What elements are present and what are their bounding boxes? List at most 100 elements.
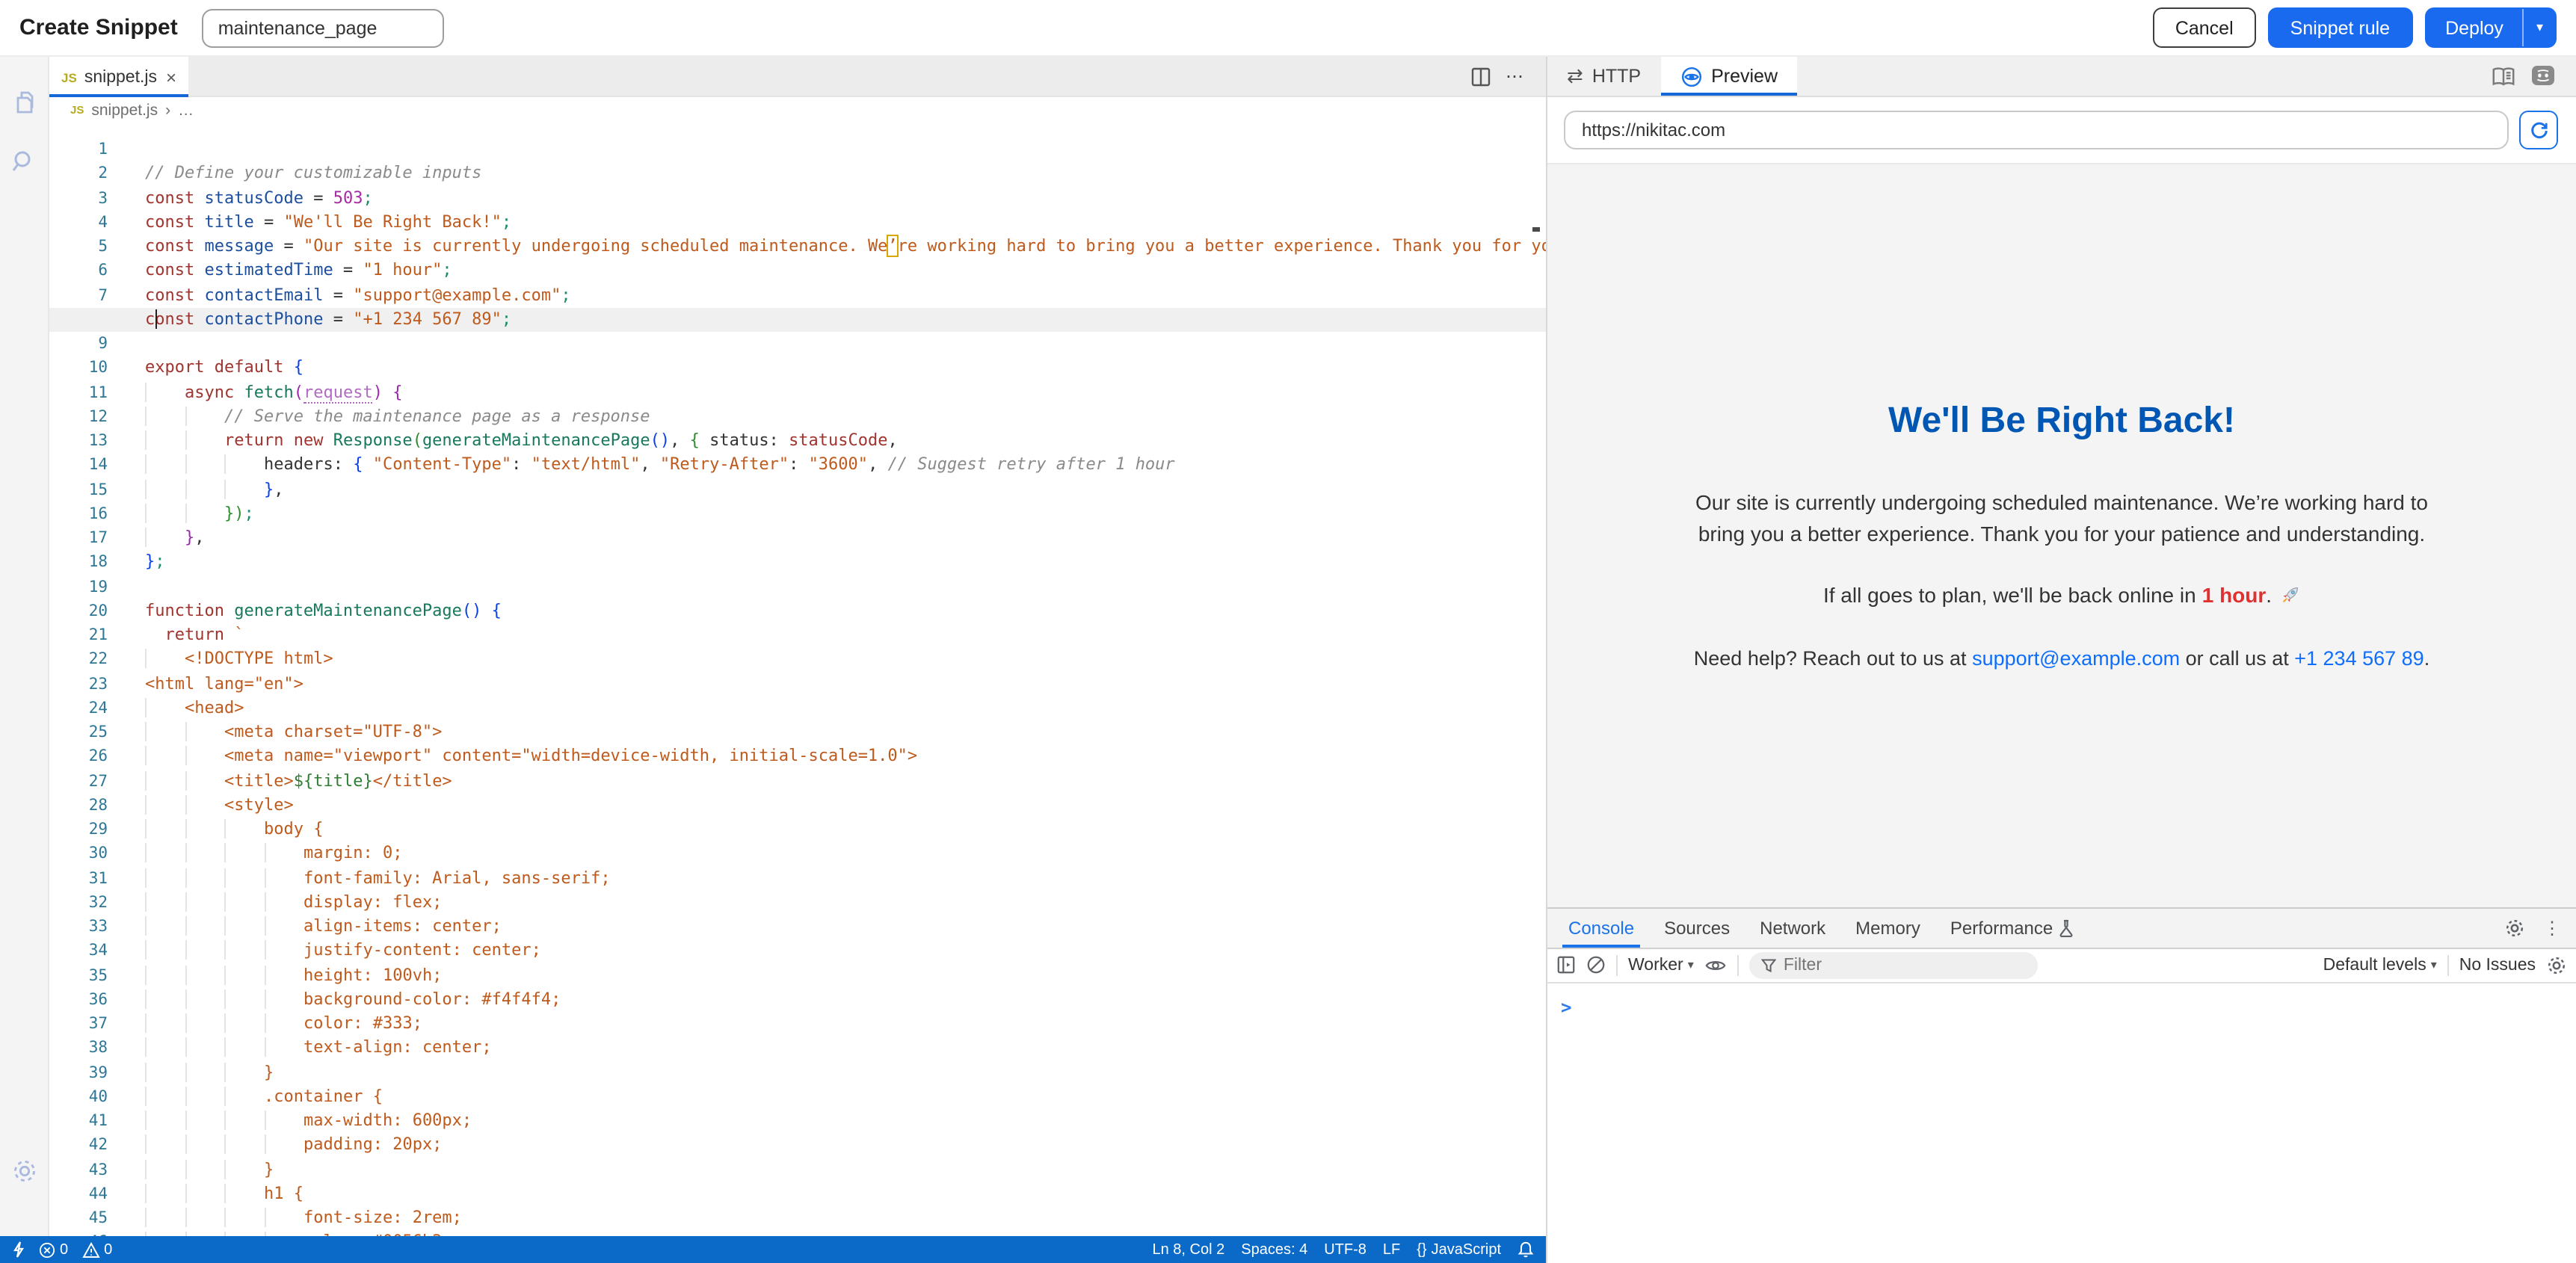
- code-line[interactable]: export default {: [145, 356, 1546, 381]
- code-line[interactable]: color: #0056b3;: [145, 1231, 1546, 1237]
- code-line[interactable]: // Define your customizable inputs: [145, 162, 1546, 187]
- code-line[interactable]: padding: 20px;: [145, 1134, 1546, 1158]
- code-line[interactable]: max-width: 600px;: [145, 1109, 1546, 1134]
- files-icon[interactable]: [0, 72, 49, 132]
- console-settings-gear-icon[interactable]: [2546, 954, 2567, 975]
- code-line[interactable]: [145, 575, 1546, 599]
- http-tab-label[interactable]: HTTP: [1592, 66, 1641, 87]
- code-line[interactable]: return `: [145, 623, 1546, 648]
- notifications-bell-icon[interactable]: [1517, 1241, 1534, 1259]
- errors-indicator[interactable]: 0: [39, 1241, 68, 1258]
- console-prompt[interactable]: >: [1561, 996, 1571, 1017]
- code-line[interactable]: const contactPhone = "+1 234 567 89";: [145, 308, 1546, 333]
- code-line[interactable]: <meta name="viewport" content="width=dev…: [145, 745, 1546, 770]
- devtools-kebab-menu-icon[interactable]: ⋮: [2543, 917, 2561, 938]
- cancel-button[interactable]: Cancel: [2153, 7, 2256, 48]
- close-tab-icon[interactable]: ×: [166, 67, 176, 87]
- devtools-tab-label[interactable]: Network: [1760, 917, 1825, 938]
- code-line[interactable]: text-align: center;: [145, 1037, 1546, 1061]
- tab-label[interactable]: snippet.js: [84, 68, 158, 86]
- code-line[interactable]: <style>: [145, 794, 1546, 818]
- code-line[interactable]: },: [145, 526, 1546, 551]
- tab-preview[interactable]: Preview: [1660, 57, 1797, 96]
- devtools-tab-sources[interactable]: Sources: [1649, 908, 1745, 947]
- console-sidebar-toggle-icon[interactable]: [1556, 955, 1576, 975]
- code-line[interactable]: const title = "We'll Be Right Back!";: [145, 211, 1546, 235]
- devtools-settings-gear-icon[interactable]: [2504, 917, 2525, 938]
- code-line[interactable]: const contactEmail = "support@example.co…: [145, 283, 1546, 308]
- code-editor[interactable]: 1234567891011121314151617181920212223242…: [49, 123, 1546, 1236]
- devtools-tab-label[interactable]: Console: [1568, 917, 1634, 938]
- clear-console-icon[interactable]: [1586, 955, 1606, 975]
- code-line[interactable]: headers: { "Content-Type": "text/html", …: [145, 454, 1546, 478]
- code-line[interactable]: [145, 138, 1546, 162]
- code-line[interactable]: body {: [145, 818, 1546, 842]
- code-line[interactable]: },: [145, 478, 1546, 502]
- support-email-link[interactable]: support@example.com: [1972, 648, 2180, 670]
- code-line[interactable]: h1 {: [145, 1182, 1546, 1207]
- url-input[interactable]: [1564, 111, 2509, 149]
- tab-http[interactable]: ⇄ HTTP: [1547, 57, 1660, 96]
- code-line[interactable]: .container {: [145, 1085, 1546, 1110]
- code-line[interactable]: const message = "Our site is currently u…: [145, 235, 1546, 259]
- search-icon[interactable]: [0, 132, 49, 191]
- snippet-name-input[interactable]: [202, 8, 444, 47]
- default-levels-dropdown[interactable]: Default levels ▾: [2323, 956, 2437, 974]
- devtools-tab-performance[interactable]: Performance: [1935, 908, 2089, 947]
- code-line[interactable]: });: [145, 502, 1546, 527]
- code-line[interactable]: margin: 0;: [145, 842, 1546, 867]
- indentation-setting[interactable]: Spaces: 4: [1241, 1241, 1307, 1258]
- split-editor-icon[interactable]: [1471, 67, 1491, 86]
- no-issues-label[interactable]: No Issues: [2459, 956, 2536, 974]
- code-line[interactable]: <head>: [145, 697, 1546, 721]
- devtools-tab-console[interactable]: Console: [1553, 908, 1649, 947]
- breadcrumb[interactable]: JS snippet.js › …: [49, 97, 1546, 123]
- devtools-tab-label[interactable]: Performance: [1950, 917, 2053, 938]
- phone-link[interactable]: +1 234 567 89: [2294, 648, 2424, 670]
- language-mode[interactable]: {} JavaScript: [1417, 1241, 1501, 1258]
- refresh-button[interactable]: [2519, 111, 2558, 149]
- code-line[interactable]: async fetch(request) {: [145, 380, 1546, 405]
- code-line[interactable]: return new Response(generateMaintenanceP…: [145, 429, 1546, 454]
- default-levels-label[interactable]: Default levels: [2323, 956, 2426, 974]
- code-line[interactable]: display: flex;: [145, 891, 1546, 915]
- live-expression-eye-icon[interactable]: [1704, 956, 1727, 974]
- breadcrumb-more[interactable]: …: [178, 101, 194, 119]
- devtools-tab-label[interactable]: Sources: [1664, 917, 1730, 938]
- code-line[interactable]: height: 100vh;: [145, 963, 1546, 988]
- docs-book-icon[interactable]: [2491, 65, 2516, 87]
- snippet-rule-button[interactable]: Snippet rule: [2268, 7, 2412, 48]
- deploy-dropdown-caret-icon[interactable]: ▾: [2523, 9, 2555, 46]
- devtools-tab-label[interactable]: Memory: [1855, 917, 1920, 938]
- console-filter[interactable]: [1749, 951, 2038, 978]
- breadcrumb-file[interactable]: snippet.js: [91, 101, 158, 119]
- eol-setting[interactable]: LF: [1383, 1241, 1400, 1258]
- code-line[interactable]: function generateMaintenancePage() {: [145, 599, 1546, 624]
- deploy-label[interactable]: Deploy: [2426, 17, 2523, 38]
- code-line[interactable]: // Serve the maintenance page as a respo…: [145, 405, 1546, 430]
- code-line[interactable]: align-items: center;: [145, 915, 1546, 939]
- deploy-button[interactable]: Deploy ▾: [2424, 7, 2557, 48]
- discord-icon[interactable]: [2531, 64, 2555, 88]
- code-line[interactable]: font-size: 2rem;: [145, 1206, 1546, 1231]
- context-selector[interactable]: Worker ▾: [1628, 956, 1694, 974]
- code-line[interactable]: font-family: Arial, sans-serif;: [145, 866, 1546, 891]
- warnings-indicator[interactable]: 0: [81, 1241, 112, 1258]
- preview-tab-label[interactable]: Preview: [1711, 66, 1778, 87]
- devtools-tab-network[interactable]: Network: [1745, 908, 1840, 947]
- code-line[interactable]: background-color: #f4f4f4;: [145, 988, 1546, 1013]
- no-issues-indicator[interactable]: No Issues: [2459, 956, 2536, 974]
- cursor-position[interactable]: Ln 8, Col 2: [1153, 1241, 1225, 1258]
- encoding-setting[interactable]: UTF-8: [1324, 1241, 1366, 1258]
- code-line[interactable]: }: [145, 1060, 1546, 1085]
- devtools-tab-memory[interactable]: Memory: [1840, 908, 1935, 947]
- context-label[interactable]: Worker: [1628, 956, 1683, 974]
- code-line[interactable]: const statusCode = 503;: [145, 186, 1546, 211]
- console-output[interactable]: >: [1547, 983, 2576, 1263]
- more-actions-icon[interactable]: ⋯: [1506, 66, 1525, 87]
- remote-indicator-icon[interactable]: [12, 1241, 25, 1259]
- code-line[interactable]: justify-content: center;: [145, 939, 1546, 964]
- code-line[interactable]: <meta charset="UTF-8">: [145, 720, 1546, 745]
- code-line[interactable]: <html lang="en">: [145, 672, 1546, 697]
- code-line[interactable]: [145, 332, 1546, 356]
